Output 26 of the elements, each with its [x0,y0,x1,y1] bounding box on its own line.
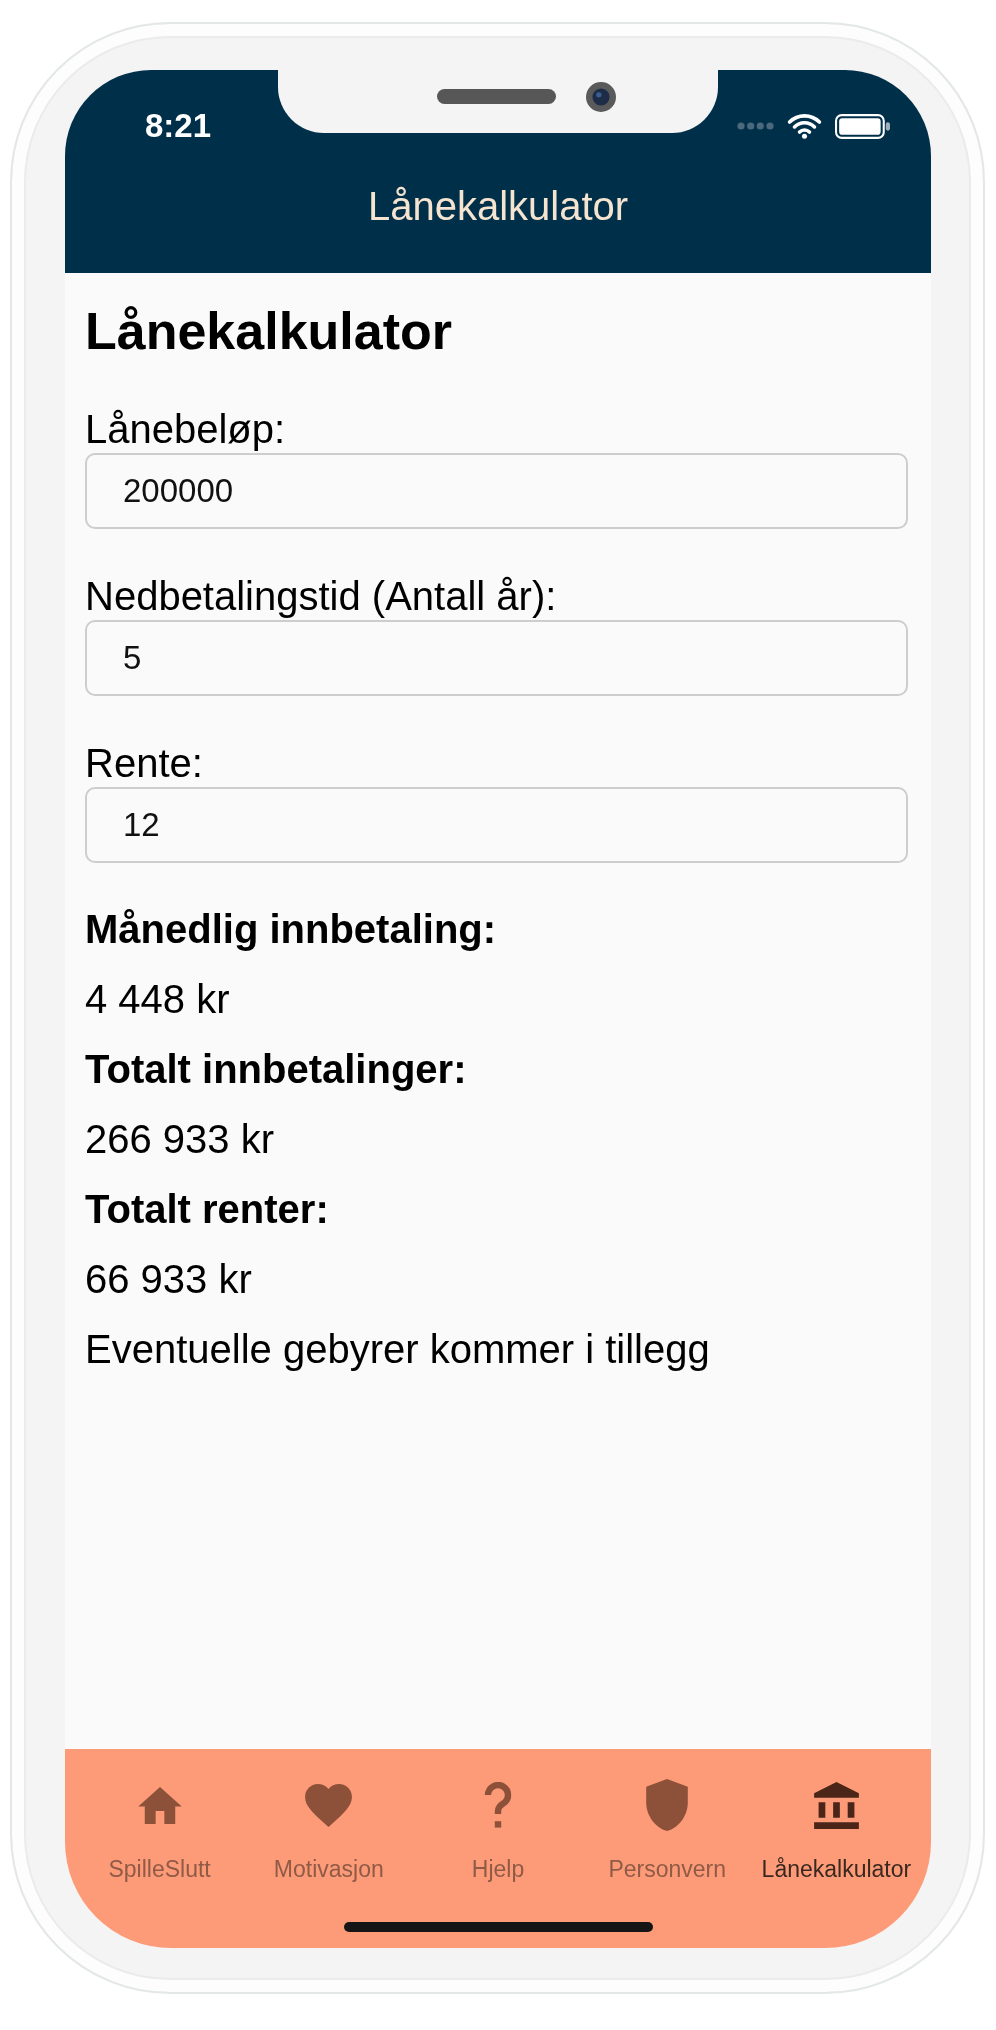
field-label: Nedbetalingstid (Antall år): [85,573,558,620]
status-time: 8:21 [145,107,212,145]
battery-icon [835,113,891,139]
shield-icon [646,1779,689,1831]
note-text: Eventuelle gebyrer kommer i tillegg [85,1326,711,1373]
result-value: 4 448 kr [85,976,231,1023]
result-label: Månedlig innbetaling: [85,906,498,953]
result-value: 266 933 kr [85,1116,276,1163]
question-mark-icon [484,1782,512,1828]
signal-icon [737,122,774,130]
camera-icon [586,82,616,112]
heart-icon [305,1783,353,1827]
bank-icon [813,1781,859,1829]
result-label: Totalt innbetalinger: [85,1046,468,1093]
page-heading: Lånekalkulator [85,301,454,362]
house-icon [137,1786,182,1824]
field-label: Rente: [85,740,204,787]
wifi-icon [787,113,822,139]
nav-title: Lånekalkulator [366,183,630,230]
input-field[interactable]: 200000 [85,453,908,529]
field-label: Lånebeløp: [85,406,287,453]
tab-bar-item[interactable]: Lånekalkulator [751,1779,921,1883]
input-field[interactable]: 12 [85,787,908,863]
result-label: Totalt renter: [85,1186,330,1233]
result-value: 66 933 kr [85,1256,253,1303]
input-field[interactable]: 5 [85,620,908,696]
